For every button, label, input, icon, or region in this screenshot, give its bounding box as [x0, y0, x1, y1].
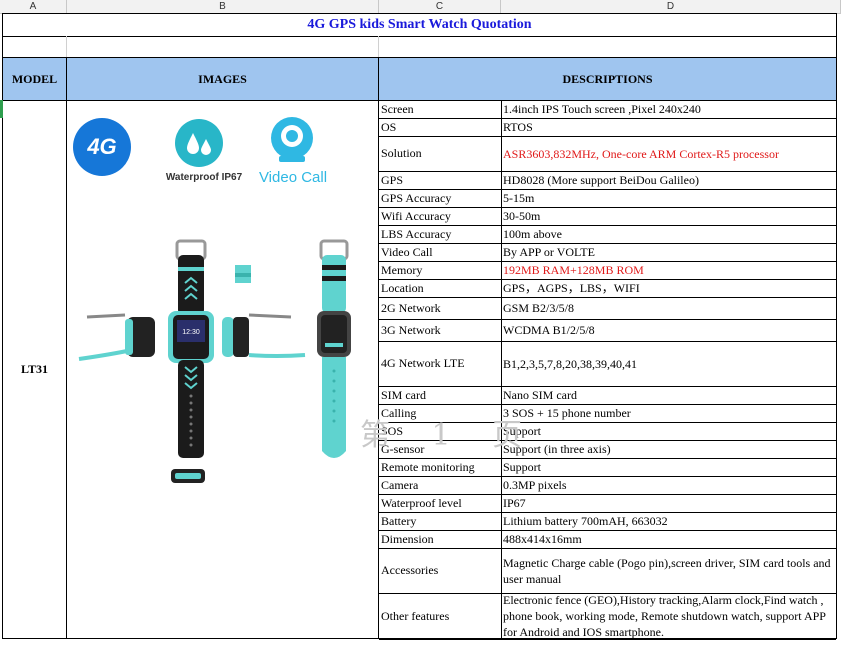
spec-row: Battery Lithium battery 700mAH, 663032 — [379, 512, 836, 531]
watch-side-left — [78, 313, 155, 361]
spec-row: 4G Network LTE B1,2,3,5,7,8,20,38,39,40,4… — [379, 341, 836, 387]
water-drop-icon — [175, 119, 223, 167]
spec-label[interactable]: Battery — [381, 512, 499, 530]
spec-label[interactable]: Other features — [381, 593, 499, 639]
spec-label[interactable]: Solution — [381, 136, 499, 171]
spec-row: Video Call By APP or VOLTE — [379, 243, 836, 262]
spec-value[interactable]: 192MB RAM+128MB ROM — [503, 261, 834, 279]
spec-row: Camera 0.3MP pixels — [379, 476, 836, 495]
spec-label[interactable]: GPS — [381, 171, 499, 189]
spec-value[interactable]: Electronic fence (GEO),History tracking,… — [503, 593, 834, 639]
spec-row: 2G Network GSM B2/3/5/8 — [379, 297, 836, 320]
spec-value[interactable]: ASR3603,832MHz, One-core ARM Cortex-R5 p… — [503, 136, 834, 171]
spec-label[interactable]: Screen — [381, 100, 499, 118]
spec-value[interactable]: Lithium battery 700mAH, 663032 — [503, 512, 834, 530]
spec-label[interactable]: 4G Network LTE — [381, 341, 499, 386]
spec-row: GPS Accuracy 5-15m — [379, 189, 836, 208]
spec-row: GPS HD8028 (More support BeiDou Galileo) — [379, 171, 836, 190]
spec-label[interactable]: 3G Network — [381, 319, 499, 341]
spec-value[interactable]: Nano SIM card — [503, 386, 834, 404]
spec-value[interactable]: B1,2,3,5,7,8,20,38,39,40,41 — [503, 341, 834, 386]
spec-label[interactable]: SIM card — [381, 386, 499, 404]
watch-side-right — [222, 313, 306, 358]
spec-value[interactable]: HD8028 (More support BeiDou Galileo) — [503, 171, 834, 189]
spec-value[interactable]: GSM B2/3/5/8 — [503, 297, 834, 319]
spec-label[interactable]: Video Call — [381, 243, 499, 261]
4g-icon: 4G — [73, 118, 131, 176]
video-call-label: Video Call — [258, 169, 328, 186]
product-images: 4G Waterproof IP67 Video Call 12:30 — [67, 101, 378, 638]
spec-row: Solution ASR3603,832MHz, One-core ARM Cor… — [379, 136, 836, 172]
watch-illustration: 12:30 — [78, 239, 351, 483]
header-images: IMAGES — [67, 58, 378, 100]
column-header-d[interactable]: D — [501, 0, 841, 13]
spec-value[interactable]: 1.4inch IPS Touch screen ,Pixel 240x240 — [503, 100, 834, 118]
spec-label[interactable]: Accessories — [381, 548, 499, 593]
spec-row: SIM card Nano SIM card — [379, 386, 836, 405]
spec-label[interactable]: GPS Accuracy — [381, 189, 499, 207]
spec-label[interactable]: 2G Network — [381, 297, 499, 319]
spec-value[interactable]: By APP or VOLTE — [503, 243, 834, 261]
model-cell: LT31 — [21, 362, 48, 376]
spec-row: Dimension 488x414x16mm — [379, 530, 836, 549]
camera-icon — [267, 114, 317, 166]
spec-row: OS RTOS — [379, 118, 836, 137]
spec-row: Waterproof level IP67 — [379, 494, 836, 513]
watch-front: 12:30 — [168, 239, 214, 458]
spec-value[interactable]: IP67 — [503, 494, 834, 512]
spec-value[interactable]: RTOS — [503, 118, 834, 136]
spec-value[interactable]: Magnetic Charge cable (Pogo pin),screen … — [503, 548, 834, 593]
spec-row: Screen 1.4inch IPS Touch screen ,Pixel 24… — [379, 100, 836, 119]
spec-value[interactable]: GPS，AGPS，LBS，WIFI — [503, 279, 834, 297]
spec-row: Wifi Accuracy 30-50m — [379, 207, 836, 226]
spec-row: Remote monitoring Support — [379, 458, 836, 477]
spec-label[interactable]: Camera — [381, 476, 499, 494]
spec-value[interactable]: Support — [503, 458, 834, 476]
page-watermark: 第 1 页 — [360, 418, 539, 453]
spec-value[interactable]: 0.3MP pixels — [503, 476, 834, 494]
spec-value[interactable]: 100m above — [503, 225, 834, 243]
spec-value[interactable]: WCDMA B1/2/5/8 — [503, 319, 834, 341]
header-descriptions: DESCRIPTIONS — [379, 58, 836, 100]
sheet-title: 4G GPS kids Smart Watch Quotation — [307, 17, 532, 32]
column-header-a[interactable]: A — [0, 0, 67, 13]
svg-text:12:30: 12:30 — [182, 329, 200, 336]
spec-value[interactable]: Support — [503, 422, 834, 440]
watch-back — [317, 239, 351, 458]
spec-value[interactable]: Support (in three axis) — [503, 440, 834, 458]
spec-label[interactable]: OS — [381, 118, 499, 136]
spec-label[interactable]: Dimension — [381, 530, 499, 548]
spec-row: Location GPS，AGPS，LBS，WIFI — [379, 279, 836, 298]
column-header-c[interactable]: C — [379, 0, 501, 13]
spec-label[interactable]: Location — [381, 279, 499, 297]
spec-label[interactable]: Memory — [381, 261, 499, 279]
spec-value[interactable]: 488x414x16mm — [503, 530, 834, 548]
column-header-bar: A B C D — [0, 0, 841, 14]
waterproof-label: Waterproof IP67 — [165, 172, 243, 183]
spec-row: LBS Accuracy 100m above — [379, 225, 836, 244]
spec-label[interactable]: LBS Accuracy — [381, 225, 499, 243]
header-model: MODEL — [3, 58, 66, 100]
spec-row: Memory 192MB RAM+128MB ROM — [379, 261, 836, 280]
spec-value[interactable]: 5-15m — [503, 189, 834, 207]
spec-label[interactable]: Wifi Accuracy — [381, 207, 499, 225]
spec-label[interactable]: Remote monitoring — [381, 458, 499, 476]
spec-row: Other features Electronic fence (GEO),His… — [379, 593, 836, 640]
column-header-b[interactable]: B — [67, 0, 379, 13]
spec-value[interactable]: 3 SOS + 15 phone number — [503, 404, 834, 422]
spec-label[interactable]: Waterproof level — [381, 494, 499, 512]
spec-row: 3G Network WCDMA B1/2/5/8 — [379, 319, 836, 342]
spec-row: Accessories Magnetic Charge cable (Pogo p… — [379, 548, 836, 594]
spec-value[interactable]: 30-50m — [503, 207, 834, 225]
